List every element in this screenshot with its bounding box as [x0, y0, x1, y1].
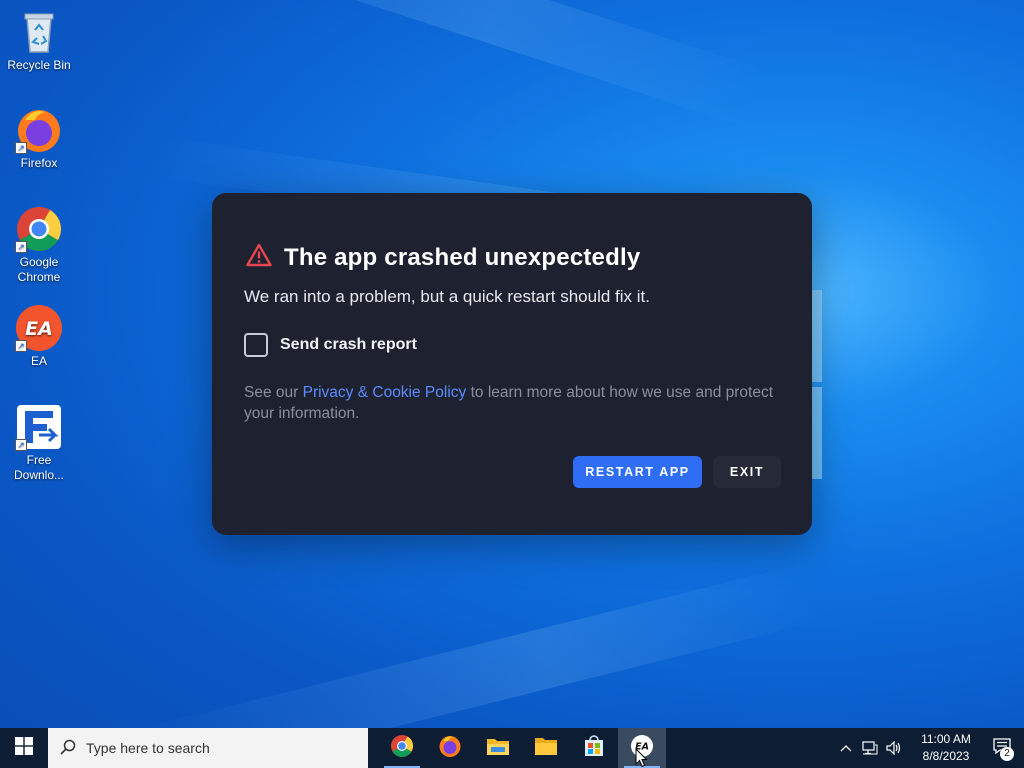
privacy-policy-link[interactable]: Privacy & Cookie Policy	[303, 384, 467, 401]
volume-icon[interactable]	[882, 728, 906, 768]
policy-prefix: See our	[244, 384, 303, 401]
taskbar-file-explorer[interactable]	[474, 728, 522, 768]
taskbar-clock[interactable]: 11:00 AM 8/8/2023	[912, 731, 980, 765]
privacy-notice: See our Privacy & Cookie Policy to learn…	[244, 382, 784, 424]
send-crash-report-row[interactable]: Send crash report	[244, 333, 417, 357]
action-center-button[interactable]: 2	[980, 728, 1024, 768]
folder-icon	[534, 735, 558, 762]
shortcut-arrow-icon: ↗	[15, 241, 27, 253]
desktop-icon-label: Recycle Bin	[7, 58, 71, 72]
file-explorer-icon	[486, 735, 510, 762]
desktop-icon-label: Free Downlo...	[13, 453, 65, 482]
recycle-bin-icon	[15, 8, 63, 56]
taskbar-firefox[interactable]	[426, 728, 474, 768]
microsoft-store-icon	[583, 734, 605, 762]
notification-count-badge: 2	[1000, 747, 1014, 761]
taskbar: Type here to search EA 11:00 AM 8/8/2023…	[0, 728, 1024, 768]
taskbar-search-box[interactable]: Type here to search	[48, 728, 368, 768]
desktop-icon-label: Firefox	[20, 156, 58, 170]
clock-date: 8/8/2023	[922, 749, 970, 763]
start-button[interactable]	[0, 728, 48, 768]
svg-text:EA: EA	[25, 318, 53, 340]
send-crash-report-label[interactable]: Send crash report	[280, 336, 417, 354]
firefox-icon	[438, 734, 462, 763]
shortcut-arrow-icon: ↗	[15, 439, 27, 451]
taskbar-folder[interactable]	[522, 728, 570, 768]
windows-wallpaper-logo	[812, 290, 822, 480]
clock-time: 11:00 AM	[921, 732, 971, 746]
free-download-manager-icon: ↗	[15, 403, 63, 451]
exit-button[interactable]: EXIT	[713, 456, 781, 488]
chrome-icon: ↗	[15, 205, 63, 253]
desktop-icon-label: EA	[30, 354, 47, 368]
restart-app-button[interactable]: RESTART APP	[573, 456, 702, 488]
mouse-cursor-icon	[635, 747, 648, 768]
send-crash-report-checkbox[interactable]	[244, 333, 268, 357]
chrome-icon	[390, 734, 414, 763]
desktop-icon-firefox[interactable]: ↗ Firefox	[0, 106, 78, 171]
network-icon[interactable]	[858, 728, 882, 768]
taskbar-chrome[interactable]	[378, 728, 426, 768]
desktop-icon-ea[interactable]: EA ↗ EA	[0, 304, 78, 369]
shortcut-arrow-icon: ↗	[15, 142, 27, 154]
dialog-subtitle: We ran into a problem, but a quick resta…	[244, 287, 650, 306]
warning-icon	[246, 243, 272, 272]
shortcut-arrow-icon: ↗	[15, 340, 27, 352]
desktop-icon-chrome[interactable]: ↗ Google Chrome	[0, 205, 78, 285]
show-hidden-icons-chevron-icon[interactable]	[834, 728, 858, 768]
search-icon	[60, 739, 76, 758]
crash-dialog: The app crashed unexpectedly We ran into…	[212, 193, 812, 535]
dialog-title: The app crashed unexpectedly	[284, 243, 641, 271]
search-placeholder: Type here to search	[86, 740, 210, 756]
ea-icon: EA ↗	[15, 304, 63, 352]
desktop-icon-free-download-manager[interactable]: ↗ Free Downlo...	[0, 403, 78, 483]
windows-icon	[15, 736, 33, 760]
system-tray: 11:00 AM 8/8/2023 2	[834, 728, 1024, 768]
taskbar-microsoft-store[interactable]	[570, 728, 618, 768]
desktop-icon-recycle-bin[interactable]: Recycle Bin	[0, 8, 78, 73]
desktop-icon-label: Google Chrome	[17, 255, 61, 284]
firefox-icon: ↗	[15, 106, 63, 154]
